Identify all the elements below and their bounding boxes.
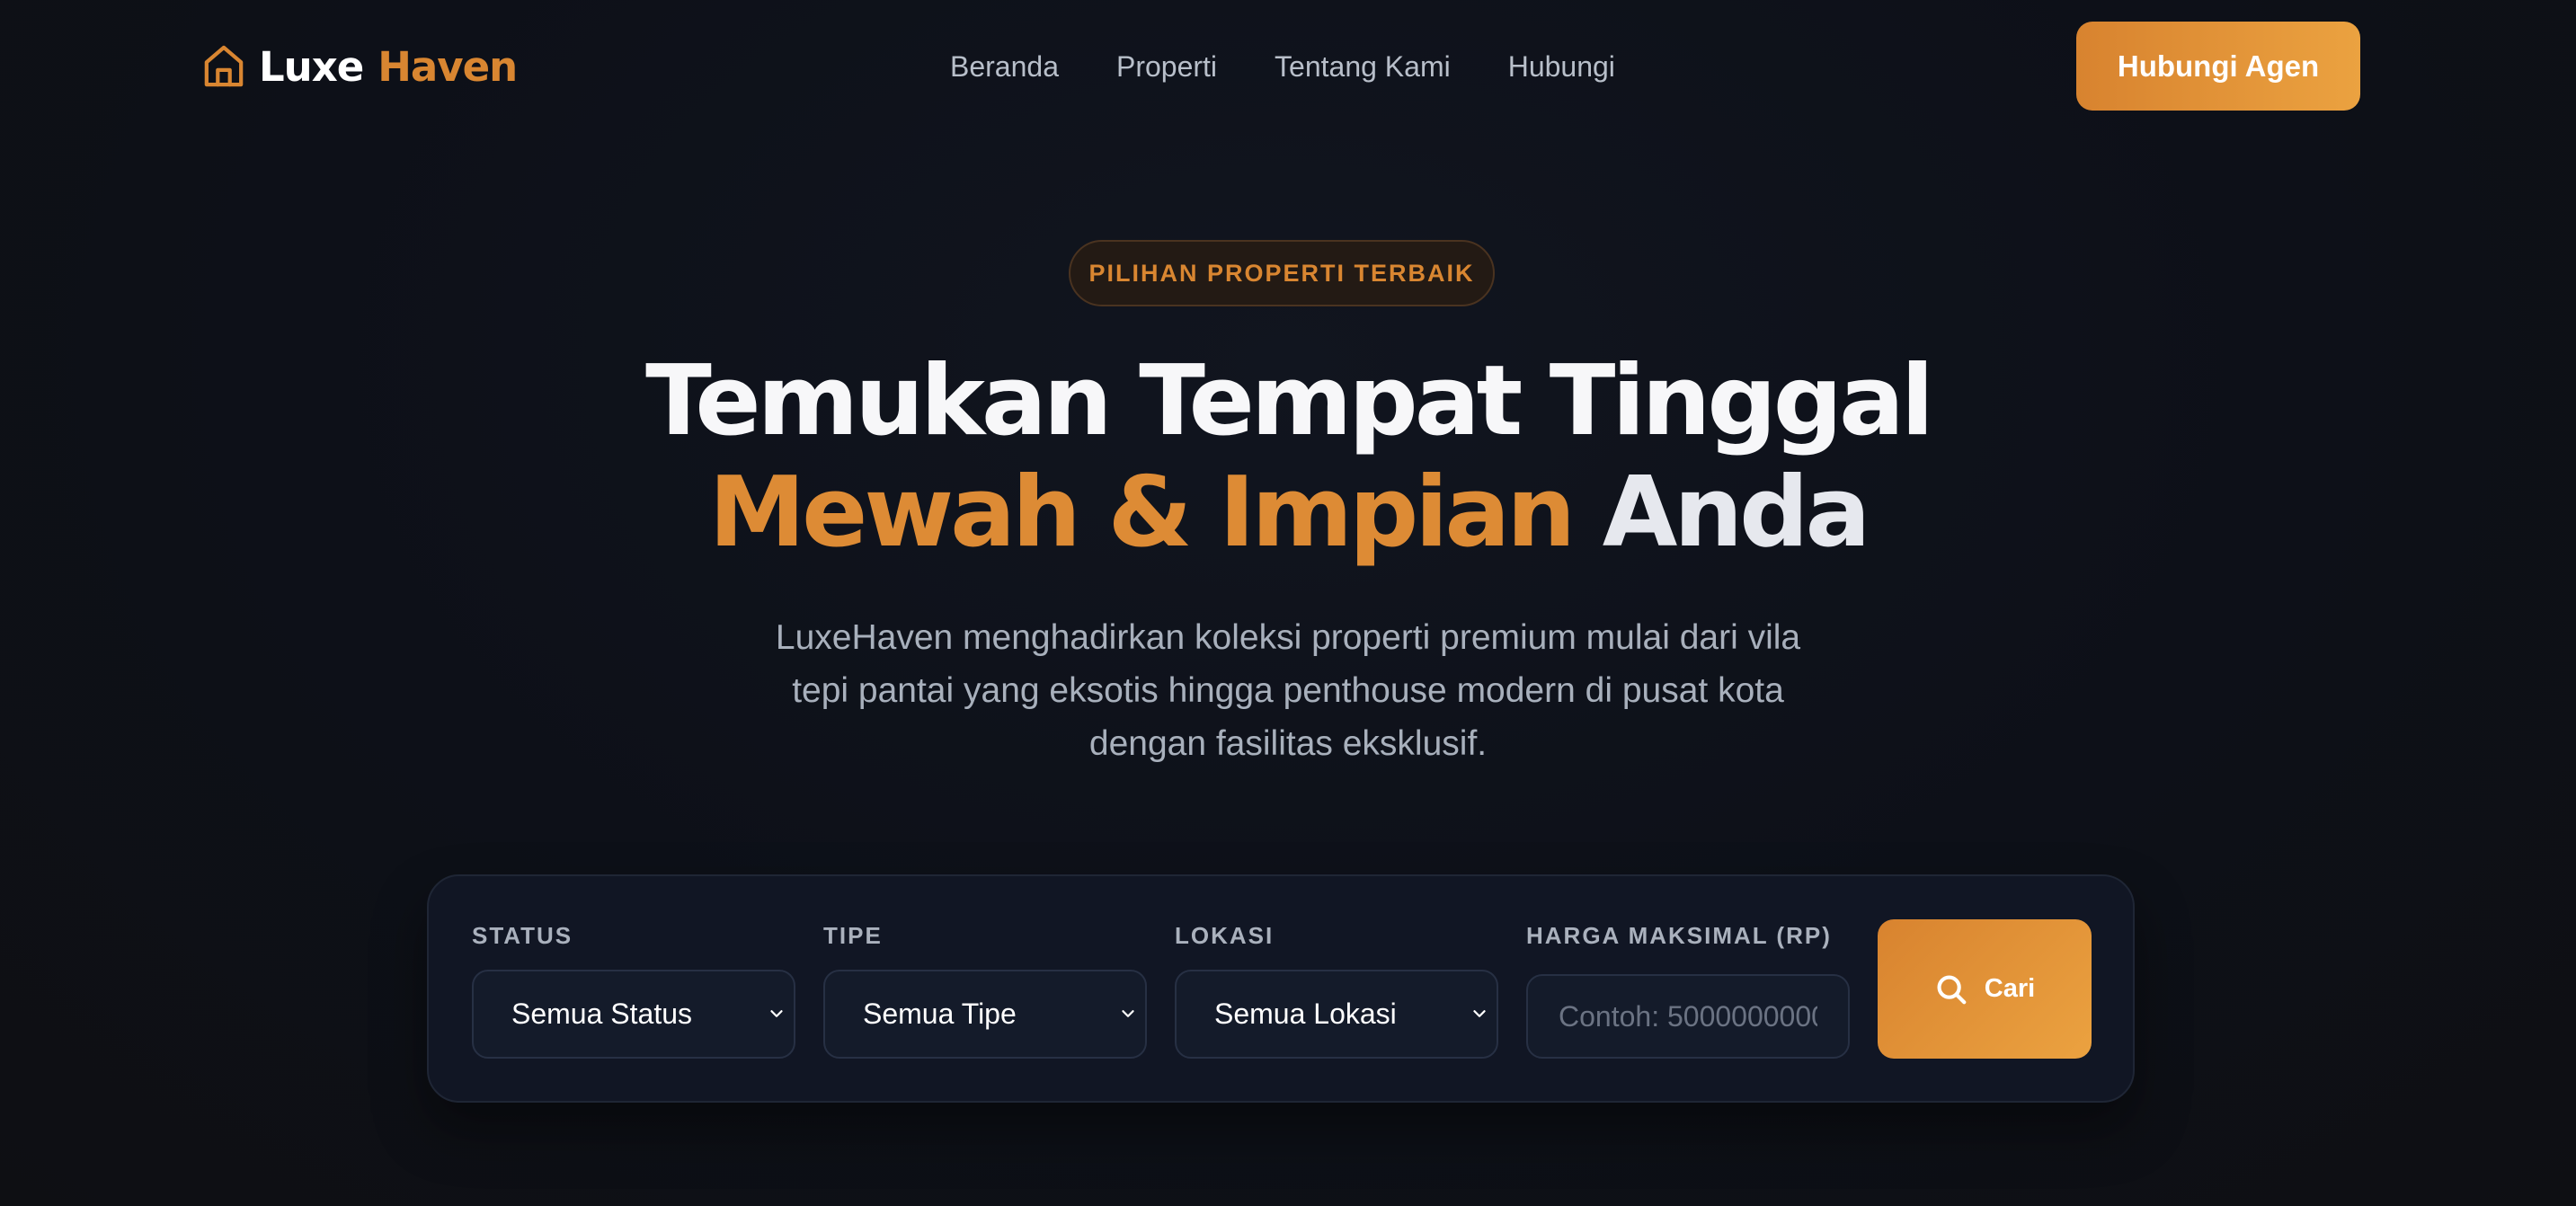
nav-item-properti[interactable]: Properti bbox=[1116, 50, 1217, 84]
hero-title: Temukan Tempat Tinggal Mewah & Impian An… bbox=[0, 346, 2576, 569]
type-select-value: Semua Tipe bbox=[863, 998, 1017, 1030]
status-label: STATUS bbox=[472, 922, 573, 949]
type-select[interactable]: Semua Tipe bbox=[823, 970, 1147, 1059]
type-label: TIPE bbox=[823, 922, 883, 949]
chevron-down-icon bbox=[1122, 1010, 1134, 1017]
search-button[interactable]: Cari bbox=[1878, 919, 2092, 1059]
chevron-down-icon bbox=[1473, 1010, 1486, 1017]
max-price-input[interactable] bbox=[1526, 974, 1850, 1059]
main-nav: Beranda Properti Tentang Kami Hubungi bbox=[950, 45, 1615, 88]
hero-title-rest: Anda bbox=[1602, 457, 1871, 569]
nav-item-tentang-kami[interactable]: Tentang Kami bbox=[1275, 50, 1451, 84]
brand-name-luxe: Luxe bbox=[259, 42, 364, 91]
status-select[interactable]: Semua Status bbox=[472, 970, 795, 1059]
hero-title-line1: Temukan Tempat Tinggal bbox=[645, 345, 1934, 457]
location-label: LOKASI bbox=[1175, 922, 1275, 949]
hero-title-accent: Mewah & Impian bbox=[708, 457, 1576, 569]
max-price-label: HARGA MAKSIMAL (RP) bbox=[1526, 922, 1832, 949]
search-button-label: Cari bbox=[1984, 974, 2036, 1003]
brand-name-haven: Haven bbox=[378, 42, 518, 91]
site-header: Luxe Haven Beranda Properti Tentang Kami… bbox=[0, 0, 2576, 133]
chevron-down-icon bbox=[770, 1010, 783, 1017]
nav-item-beranda[interactable]: Beranda bbox=[950, 50, 1059, 84]
location-select[interactable]: Semua Lokasi bbox=[1175, 970, 1498, 1059]
hero-description: LuxeHaven menghadirkan koleksi properti … bbox=[775, 618, 1801, 763]
location-select-value: Semua Lokasi bbox=[1214, 998, 1397, 1030]
brand-logo[interactable]: Luxe Haven bbox=[203, 36, 518, 97]
nav-item-hubungi[interactable]: Hubungi bbox=[1508, 50, 1615, 84]
home-icon bbox=[204, 45, 244, 87]
contact-agent-button[interactable]: Hubungi Agen bbox=[2076, 22, 2360, 111]
status-select-value: Semua Status bbox=[511, 998, 692, 1030]
hero-badge: PILIHAN PROPERTI TERBAIK bbox=[1069, 240, 1495, 306]
search-icon bbox=[1937, 974, 1967, 1004]
hero-title-line2: Mewah & Impian Anda bbox=[0, 457, 2576, 569]
